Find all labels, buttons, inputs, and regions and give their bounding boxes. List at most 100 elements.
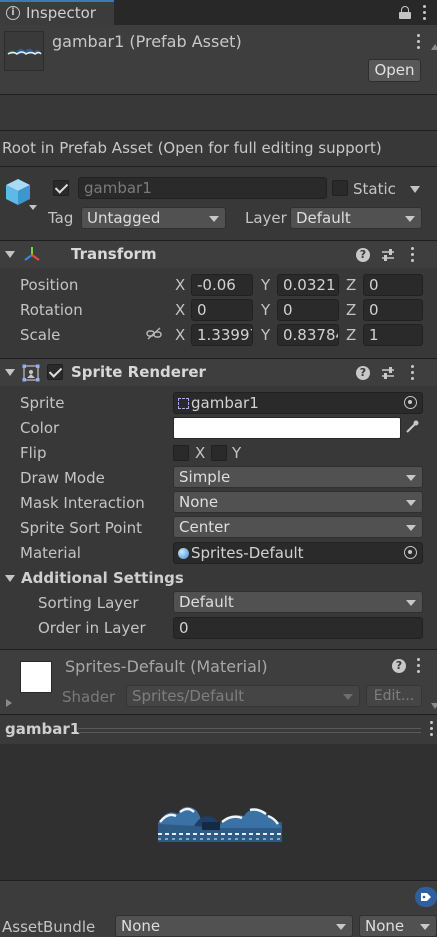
shader-dropdown[interactable]: Sprites/Default (126, 685, 360, 707)
mask-interaction-value: None (179, 493, 219, 511)
sort-point-value: Center (179, 518, 230, 536)
static-label: Static (353, 180, 396, 198)
tag-dropdown[interactable]: Untagged (81, 207, 226, 229)
scale-z-field[interactable]: 1 (363, 324, 423, 346)
help-icon[interactable]: ? (356, 366, 370, 380)
assetbundle-variant-dropdown[interactable]: None (359, 915, 437, 937)
position-y-label[interactable]: Y (261, 276, 270, 294)
transform-header[interactable] (0, 241, 437, 268)
presets-icon[interactable] (381, 366, 395, 380)
asset-label-tag-icon[interactable] (415, 887, 437, 907)
rotation-z-label[interactable]: Z (346, 301, 356, 319)
assetbundle-label: AssetBundle (2, 918, 96, 936)
shader-edit-button[interactable]: Edit... (366, 685, 422, 707)
sprite-renderer-enabled-checkbox[interactable] (47, 364, 63, 380)
material-value: Sprites-Default (191, 544, 304, 562)
open-button[interactable]: Open (368, 59, 421, 82)
material-panel-title: Sprites-Default (Material) (65, 657, 268, 676)
sorting-layer-label: Sorting Layer (38, 594, 139, 612)
preview-drag-handle[interactable] (78, 728, 421, 733)
flip-label: Flip (20, 444, 47, 462)
scale-y-label[interactable]: Y (261, 326, 270, 344)
rotation-x-label[interactable]: X (175, 301, 185, 319)
position-x-label[interactable]: X (175, 276, 185, 294)
sprite-renderer-title: Sprite Renderer (71, 363, 206, 381)
scrollbar-down-arrow[interactable] (431, 703, 437, 709)
scale-x-label[interactable]: X (175, 326, 185, 344)
preview-menu-icon[interactable] (430, 721, 434, 739)
material-label: Material (20, 544, 81, 562)
preview-title: gambar1 (5, 720, 81, 738)
transform-foldout-arrow[interactable] (5, 251, 15, 258)
color-swatch[interactable] (173, 417, 401, 439)
assetbundle-dropdown[interactable]: None (115, 915, 353, 937)
sprite-picker-icon[interactable] (404, 396, 417, 409)
eyedropper-icon[interactable] (404, 419, 420, 435)
icon-dropdown-caret[interactable] (29, 205, 37, 210)
rotation-label: Rotation (20, 301, 83, 319)
sprite-asset-icon (178, 398, 189, 409)
sort-point-label: Sprite Sort Point (20, 519, 143, 537)
scale-y-field[interactable]: 0.83784 (277, 324, 339, 346)
material-picker-icon[interactable] (404, 546, 417, 559)
position-y-field[interactable]: 0.0321 (277, 274, 339, 296)
position-z-label[interactable]: Z (346, 276, 356, 294)
presets-icon[interactable] (381, 248, 395, 262)
sort-point-dropdown[interactable]: Center (173, 516, 423, 538)
additional-settings-label[interactable]: Additional Settings (21, 569, 184, 587)
material-sphere-icon (178, 548, 189, 559)
constrain-proportions-icon[interactable] (146, 327, 162, 341)
layer-value: Default (296, 209, 351, 227)
gameobject-name-field[interactable]: gambar1 (78, 177, 327, 199)
static-checkbox[interactable] (332, 180, 348, 196)
layer-dropdown[interactable]: Default (290, 207, 422, 229)
asset-thumbnail (4, 31, 44, 71)
sprite-renderer-foldout-arrow[interactable] (5, 369, 15, 376)
asset-menu-icon[interactable] (417, 34, 421, 52)
lock-icon[interactable] (399, 6, 411, 19)
tag-label: Tag (48, 209, 74, 227)
material-foldout-arrow[interactable] (6, 699, 12, 707)
position-x-field[interactable]: -0.06 (191, 274, 253, 296)
tab-menu-icon[interactable] (423, 5, 427, 23)
position-z-field[interactable]: 0 (363, 274, 423, 296)
tab-inspector[interactable]: i Inspector (0, 0, 114, 25)
sprite-label: Sprite (20, 394, 65, 412)
static-dropdown-caret[interactable] (410, 186, 420, 193)
transform-menu-icon[interactable] (411, 247, 415, 265)
scale-z-label[interactable]: Z (346, 326, 356, 344)
material-object-field[interactable]: Sprites-Default (173, 542, 423, 564)
rotation-y-label[interactable]: Y (261, 301, 270, 319)
material-preview-swatch (20, 661, 52, 693)
divider (0, 94, 437, 95)
sprite-renderer-menu-icon[interactable] (411, 365, 415, 383)
divider (0, 130, 437, 131)
mask-interaction-dropdown[interactable]: None (173, 491, 423, 513)
order-in-layer-field[interactable]: 0 (173, 617, 423, 639)
sorting-layer-dropdown[interactable]: Default (173, 591, 423, 613)
sprite-object-field[interactable]: gambar1 (173, 392, 423, 414)
material-menu-icon[interactable] (417, 658, 421, 676)
rotation-x-field[interactable]: 0 (191, 299, 253, 321)
tab-title: Inspector (26, 4, 96, 22)
flip-x-label: X (195, 444, 206, 462)
flip-x-checkbox[interactable] (173, 445, 189, 461)
color-label: Color (20, 419, 60, 437)
additional-settings-foldout-arrow[interactable] (5, 575, 15, 582)
draw-mode-dropdown[interactable]: Simple (173, 466, 423, 488)
help-icon[interactable]: ? (356, 248, 370, 262)
scale-x-field[interactable]: 1.33997 (191, 324, 253, 346)
sprite-renderer-header[interactable] (0, 359, 437, 386)
rotation-z-field[interactable]: 0 (363, 299, 423, 321)
divider (0, 166, 437, 167)
info-icon: i (6, 6, 20, 20)
scrollbar-up-arrow[interactable] (431, 44, 437, 50)
help-icon[interactable]: ? (392, 659, 406, 673)
rotation-y-field[interactable]: 0 (277, 299, 339, 321)
flip-y-checkbox[interactable] (211, 445, 227, 461)
asset-title: gambar1 (Prefab Asset) (52, 32, 242, 51)
sprite-preview-image (158, 800, 282, 842)
layer-label: Layer (245, 209, 287, 227)
sprite-value: gambar1 (191, 394, 259, 412)
active-checkbox[interactable] (53, 180, 69, 196)
